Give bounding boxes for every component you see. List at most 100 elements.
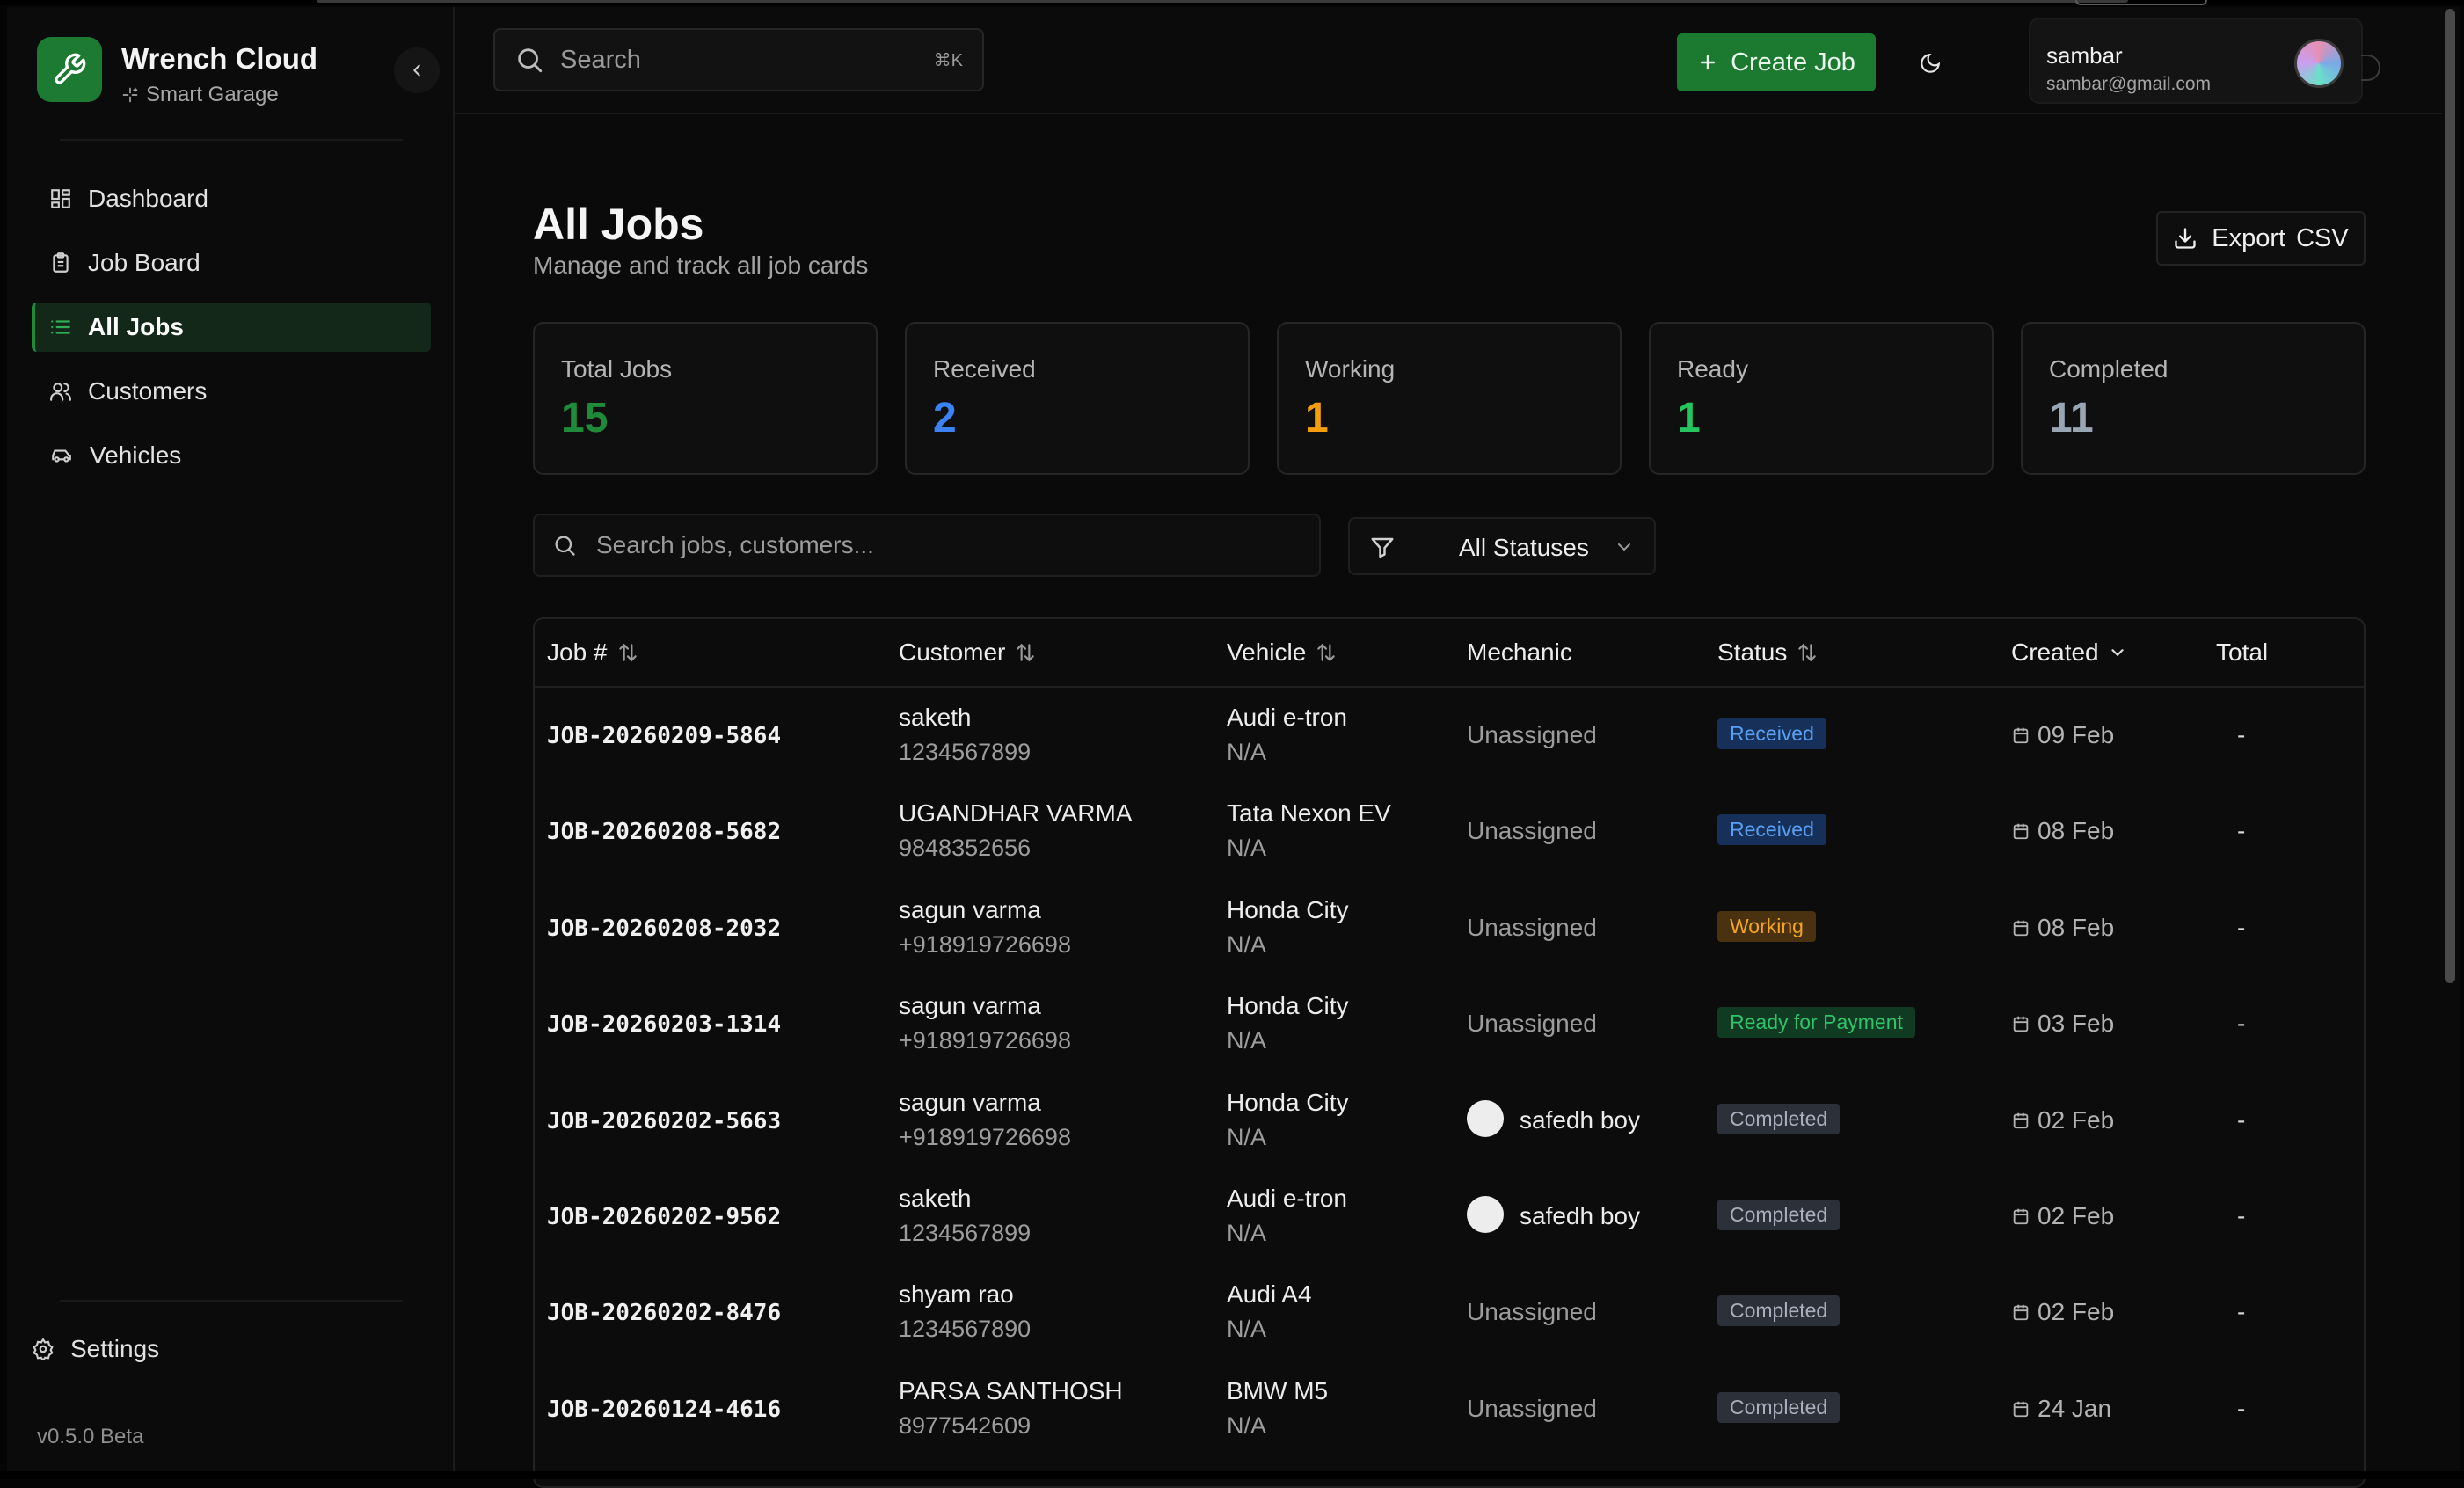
table-row[interactable]: JOB-20260209-5864 saketh 1234567899 Audi e-… [535, 686, 2364, 782]
stat-card-working: Working 1 [1277, 322, 1622, 475]
stat-value: 1 [1305, 395, 1329, 441]
created-date-text: 02 Feb [2038, 1105, 2115, 1134]
user-menu[interactable]: sambar sambar@gmail.com [2029, 18, 2363, 104]
sort-icon [618, 643, 637, 662]
column-label: Status [1717, 638, 1788, 666]
calendar-icon [2013, 727, 2029, 744]
job-number[interactable]: JOB-20260202-5663 [547, 1108, 781, 1134]
created-date-text: 24 Jan [2038, 1394, 2112, 1422]
page-title: All Jobs [533, 200, 704, 249]
job-number[interactable]: JOB-20260124-4616 [547, 1397, 781, 1423]
car-icon [52, 449, 71, 463]
job-number[interactable]: JOB-20260202-8476 [547, 1300, 781, 1326]
settings-label: Settings [70, 1335, 160, 1362]
sort-icon [1017, 643, 1035, 662]
mechanic-name: Unassigned [1467, 721, 1597, 748]
job-search-placeholder: Search jobs, customers... [596, 531, 874, 558]
total-amount: - [2237, 913, 2246, 941]
table-row[interactable]: JOB-20260124-4616 PARSA SANTHOSH 897754260… [535, 1360, 2364, 1455]
theme-toggle-button[interactable] [1906, 39, 1955, 88]
stat-label: Completed [2049, 355, 2169, 383]
calendar-icon [2013, 920, 2029, 936]
status-badge: Received [1717, 718, 1826, 749]
column-header-total: Total [2216, 638, 2268, 667]
table-row[interactable]: JOB-20260202-8476 shyam rao 1234567890 Audi… [535, 1263, 2364, 1359]
vehicle-plate: N/A [1227, 930, 1267, 958]
customer-name: PARSA SANTHOSH [899, 1376, 1123, 1404]
status-filter-select[interactable]: All Statuses [1348, 517, 1656, 575]
column-header-job[interactable]: Job # [547, 638, 639, 667]
job-number[interactable]: JOB-20260208-2032 [547, 915, 781, 942]
created-date-text: 03 Feb [2038, 1010, 2115, 1038]
column-label: Total [2216, 638, 2269, 666]
collapse-sidebar-button[interactable] [394, 47, 440, 93]
plus-icon [1700, 55, 1716, 70]
created-date: 09 Feb [2011, 721, 2114, 749]
vehicle-plate: N/A [1227, 1220, 1267, 1246]
sidebar-item-label: Dashboard [88, 185, 208, 212]
users-icon [50, 383, 71, 401]
stat-value: 15 [561, 395, 609, 441]
brand-subtitle: Smart Garage [121, 83, 279, 107]
global-search-input[interactable]: Search ⌘K [493, 28, 984, 91]
calendar-icon [2013, 1016, 2029, 1032]
jobs-table: Job # Customer Vehicle Mechanic Status C… [533, 617, 2366, 1488]
page-subtitle: Manage and track all job cards [533, 252, 869, 279]
scrollbar-thumb[interactable] [2445, 9, 2455, 983]
search-placeholder: Search [560, 45, 641, 74]
wrench-logo-icon[interactable] [37, 37, 102, 102]
total-amount: - [2237, 721, 2246, 748]
chevron-down-icon [1618, 543, 1630, 551]
total-amount: - [2237, 1010, 2246, 1038]
customer-name: shyam rao [899, 1280, 1014, 1309]
brand-name: Wrench Cloud [121, 42, 318, 75]
sidebar-item-job-board[interactable]: Job Board [32, 238, 431, 288]
column-header-created[interactable]: Created [2011, 638, 2127, 667]
customer-name: saketh [899, 1185, 972, 1212]
column-header-customer[interactable]: Customer [899, 638, 1037, 667]
chevron-left-icon [413, 64, 420, 77]
calendar-icon [2013, 1208, 2029, 1225]
vehicle-plate: N/A [1227, 1027, 1267, 1054]
table-row[interactable]: JOB-20260203-1314 sagun varma +91891972669… [535, 974, 2364, 1070]
table-row[interactable]: JOB-20260202-5663 sagun varma +91891972669… [535, 1071, 2364, 1167]
sidebar: Wrench Cloud Smart Garage Dashboard Job … [7, 7, 455, 1471]
created-date: 03 Feb [2011, 1010, 2114, 1038]
settings-link[interactable]: Settings [32, 1335, 159, 1363]
table-row[interactable]: JOB-20260208-2032 sagun varma +91891972669… [535, 879, 2364, 974]
column-header-vehicle[interactable]: Vehicle [1227, 638, 1338, 667]
total-amount: - [2237, 1394, 2246, 1422]
sidebar-item-label: Vehicles [90, 441, 182, 469]
avatar[interactable] [2294, 39, 2344, 88]
search-icon [555, 536, 575, 556]
export-csv-button[interactable]: Export CSV [2156, 211, 2366, 266]
customer-phone: 1234567899 [899, 739, 1032, 765]
job-number[interactable]: JOB-20260203-1314 [547, 1011, 781, 1038]
created-date-text: 09 Feb [2038, 721, 2115, 748]
customer-name: sagun varma [899, 895, 1041, 923]
column-header-status[interactable]: Status [1717, 638, 1819, 667]
window-top-pill [2075, 0, 2207, 5]
filter-icon [1371, 537, 1394, 558]
table-row[interactable]: JOB-20260208-5682 UGANDHAR VARMA 984835265… [535, 782, 2364, 878]
sidebar-item-vehicles[interactable]: Vehicles [32, 431, 431, 480]
sidebar-item-all-jobs[interactable]: All Jobs [32, 303, 431, 352]
customer-phone: 8977542609 [899, 1411, 1032, 1439]
job-search-input[interactable]: Search jobs, customers... [533, 514, 1321, 577]
created-date: 02 Feb [2011, 1298, 2114, 1326]
job-number[interactable]: JOB-20260208-5682 [547, 819, 781, 845]
create-job-label: Create Job [1731, 47, 1855, 77]
created-date-text: 08 Feb [2038, 913, 2115, 941]
stat-label: Working [1305, 355, 1396, 383]
create-job-button[interactable]: Create Job [1677, 33, 1876, 91]
job-number[interactable]: JOB-20260209-5864 [547, 723, 781, 749]
stat-card-received: Received 2 [905, 322, 1250, 475]
table-row[interactable]: JOB-20260202-9562 saketh 1234567899 Audi e-… [535, 1167, 2364, 1263]
job-number[interactable]: JOB-20260202-9562 [547, 1204, 781, 1230]
sidebar-item-dashboard[interactable]: Dashboard [32, 174, 431, 223]
mechanic-name: Unassigned [1467, 817, 1597, 845]
sidebar-item-customers[interactable]: Customers [32, 367, 431, 416]
status-badge: Ready for Payment [1717, 1007, 1915, 1039]
vehicle-model: Audi A4 [1227, 1280, 1312, 1309]
stat-card-completed: Completed 11 [2021, 322, 2366, 475]
